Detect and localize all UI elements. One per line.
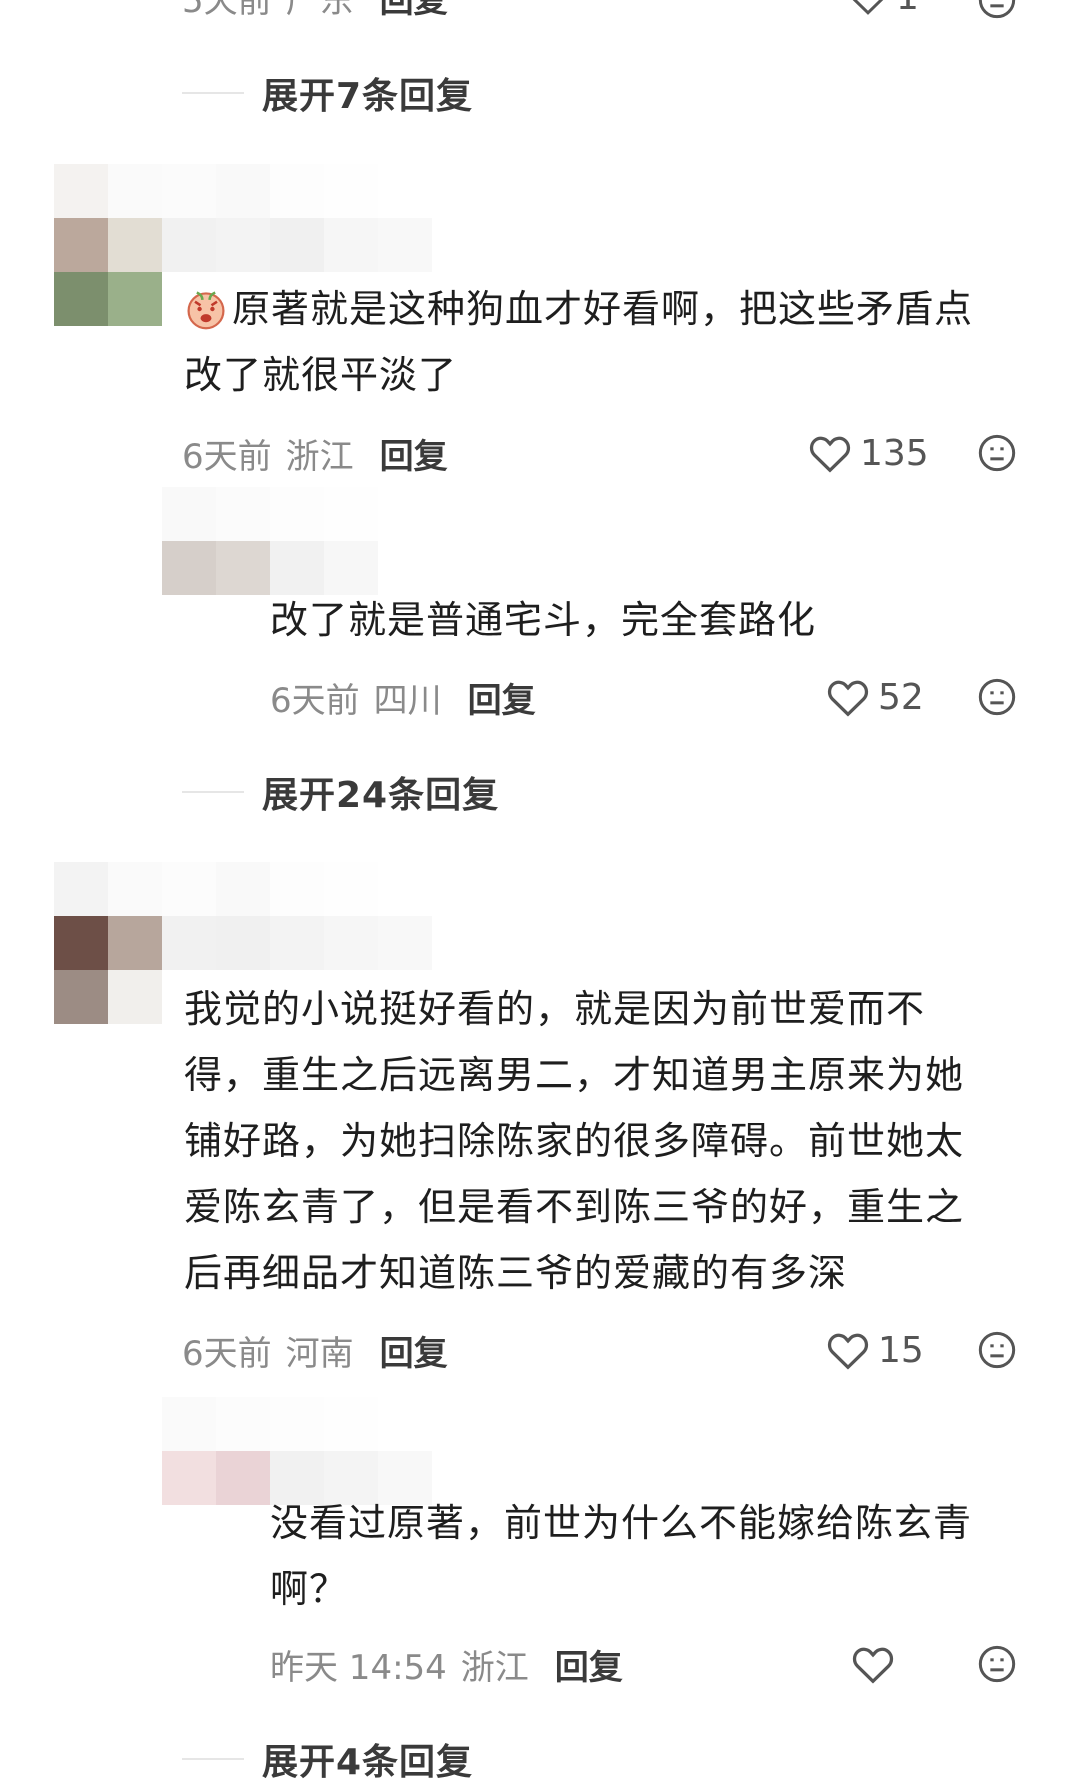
meh-face-icon[interactable]	[977, 433, 1017, 473]
like-button[interactable]	[851, 1639, 903, 1689]
divider	[182, 92, 244, 94]
meh-face-icon[interactable]	[977, 1644, 1017, 1684]
reply-text: 改了就是普通宅斗，完全套路化	[270, 598, 817, 642]
like-button[interactable]: 52	[826, 672, 924, 722]
username[interactable]	[270, 1397, 432, 1505]
reply-meta: 昨天 14:54 浙江 回复	[270, 1639, 623, 1689]
like-button[interactable]: 1	[848, 0, 919, 22]
comment-line: 我觉的小说挺好看的，就是因为前世爱而不	[184, 987, 926, 1031]
avatar[interactable]	[54, 164, 162, 326]
reply-button[interactable]: 回复	[380, 1326, 448, 1375]
heart-outline-icon	[809, 436, 851, 473]
reply-button[interactable]: 回复	[380, 0, 448, 22]
reply-button[interactable]: 回复	[555, 1640, 623, 1689]
location: 浙江	[285, 436, 354, 477]
expand-replies[interactable]: 展开4条回复	[182, 1734, 473, 1784]
meh-face-icon[interactable]	[977, 1330, 1017, 1370]
location: 河南	[285, 1333, 354, 1374]
reply-line: 没看过原著，前世为什么不能嫁给陈玄青	[270, 1501, 973, 1545]
comment-text: 原著就是这种狗血才好看啊，把这些矛盾点 改了就很平淡了	[184, 276, 1044, 408]
like-count: 135	[860, 432, 929, 474]
avatar[interactable]	[162, 487, 270, 595]
time: 6天前	[182, 1333, 272, 1374]
time: 昨天 14:54	[270, 1647, 447, 1688]
like-button[interactable]: 135	[808, 428, 929, 478]
time: 6天前	[182, 436, 272, 477]
like-count: 1	[896, 0, 919, 18]
comment-text: 我觉的小说挺好看的，就是因为前世爱而不 得，重生之后远离男二，才知道男主原来为她…	[184, 976, 1044, 1306]
heart-outline-icon	[827, 1333, 869, 1370]
username[interactable]	[162, 862, 432, 970]
expand-replies[interactable]: 展开24条回复	[182, 767, 499, 817]
like-count: 15	[878, 1329, 924, 1371]
like-button[interactable]: 15	[826, 1325, 924, 1375]
expand-replies-label: 展开7条回复	[262, 76, 474, 117]
username[interactable]	[162, 164, 432, 272]
reply-button[interactable]: 回复	[468, 673, 536, 722]
avatar[interactable]	[162, 1397, 270, 1505]
comment-line: 原著就是这种狗血才好看啊，把这些矛盾点	[232, 287, 974, 331]
comment-line: 改了就很平淡了	[184, 353, 458, 397]
location: 广东	[285, 0, 354, 21]
location: 四川	[373, 680, 442, 721]
divider	[182, 791, 244, 793]
username[interactable]	[270, 487, 378, 595]
comment-meta: 6天前 浙江 回复	[182, 428, 448, 478]
expand-replies-label: 展开24条回复	[262, 775, 500, 816]
comment-meta: 6天前 河南 回复	[182, 1325, 448, 1375]
meh-face-icon[interactable]	[977, 677, 1017, 717]
heart-outline-icon	[827, 680, 869, 717]
expand-replies-label: 展开4条回复	[262, 1742, 474, 1783]
location: 浙江	[460, 1647, 529, 1688]
time: 6天前	[270, 680, 360, 721]
top-partial-meta: 5天前 广东 回复	[182, 0, 448, 22]
like-count: 52	[878, 676, 924, 718]
reply-meta: 6天前 四川 回复	[270, 672, 536, 722]
divider	[182, 1758, 244, 1760]
comment-line: 爱陈玄青了，但是看不到陈三爷的好，重生之	[184, 1185, 965, 1229]
avatar[interactable]	[54, 862, 162, 1024]
meh-face-icon[interactable]	[977, 0, 1017, 20]
time: 5天前	[182, 0, 272, 21]
reply-text: 没看过原著，前世为什么不能嫁给陈玄青 啊？	[270, 1490, 1060, 1622]
reply-button[interactable]: 回复	[380, 429, 448, 478]
heart-outline-icon	[852, 1647, 894, 1684]
comment-line: 得，重生之后远离男二，才知道男主原来为她	[184, 1053, 965, 1097]
comment-line: 后再细品才知道陈三爷的爱藏的有多深	[184, 1251, 848, 1295]
comment-line: 铺好路，为她扫除陈家的很多障碍。前世她太	[184, 1119, 965, 1163]
heart-outline-icon	[852, 0, 884, 15]
reply-line: 啊？	[270, 1567, 349, 1611]
crying-angry-emoji-icon	[187, 291, 225, 330]
expand-replies[interactable]: 展开7条回复	[182, 68, 473, 118]
